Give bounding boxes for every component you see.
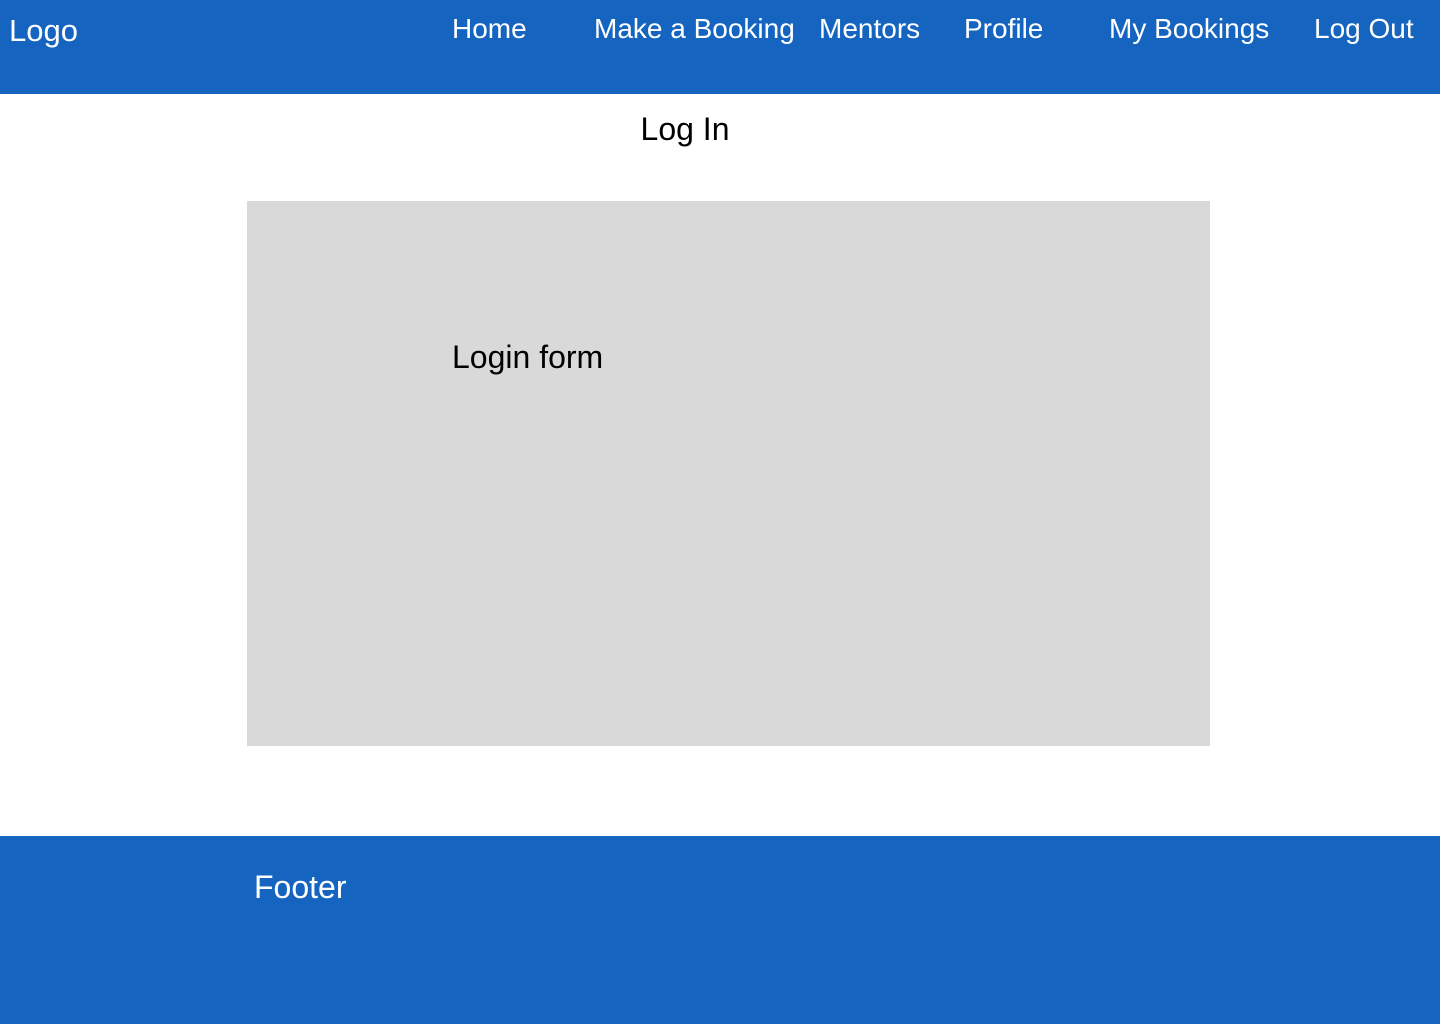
nav-profile-link[interactable]: Profile: [964, 10, 1043, 48]
nav-log-out-link[interactable]: Log Out: [1314, 10, 1414, 48]
logo[interactable]: Logo: [9, 11, 78, 51]
top-navigation-bar: Logo Home Make a Booking Mentors Profile…: [0, 0, 1440, 94]
login-form-placeholder: Login form: [247, 201, 1210, 746]
page-title: Log In: [640, 111, 730, 147]
login-form-label: Login form: [452, 339, 604, 375]
footer-label: Footer: [254, 869, 347, 905]
nav-make-a-booking-link[interactable]: Make a Booking: [594, 10, 795, 48]
footer: Footer: [0, 836, 1440, 1024]
nav-home-link[interactable]: Home: [452, 10, 527, 48]
nav-mentors-link[interactable]: Mentors: [819, 10, 920, 48]
nav-my-bookings-link[interactable]: My Bookings: [1109, 10, 1269, 48]
